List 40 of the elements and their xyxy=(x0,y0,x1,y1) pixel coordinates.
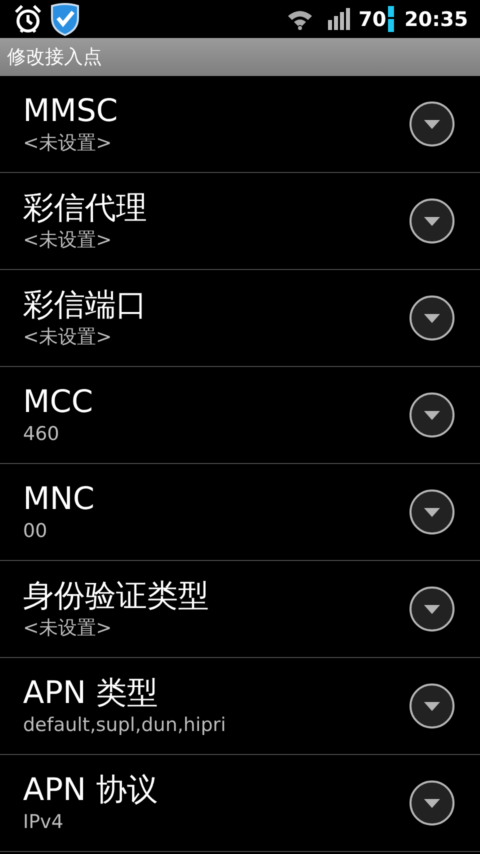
setting-label: MMSC xyxy=(23,92,118,130)
setting-row[interactable]: 彩信代理 <未设置> xyxy=(0,173,480,270)
clock-time: 20:35 xyxy=(404,6,468,33)
setting-value: <未设置> xyxy=(23,616,112,641)
wifi-icon xyxy=(286,8,314,30)
setting-value: <未设置> xyxy=(23,228,112,253)
setting-value: 460 xyxy=(23,422,60,447)
setting-row[interactable]: 彩信端口 <未设置> xyxy=(0,270,480,367)
alarm-clock-icon xyxy=(12,3,44,35)
dropdown-button[interactable] xyxy=(409,198,455,244)
setting-row[interactable]: MNC 00 xyxy=(0,464,480,561)
dropdown-button[interactable] xyxy=(409,295,455,341)
setting-label: APN 类型 xyxy=(23,674,158,712)
battery-level: 70 xyxy=(358,6,386,33)
setting-label: MNC xyxy=(23,480,95,518)
dropdown-button[interactable] xyxy=(409,392,455,438)
dropdown-button[interactable] xyxy=(409,586,455,632)
setting-label: 彩信代理 xyxy=(23,189,147,227)
setting-value: 00 xyxy=(23,519,48,544)
setting-row[interactable]: MMSC <未设置> xyxy=(0,76,480,173)
signal-icon xyxy=(328,8,352,30)
setting-value: <未设置> xyxy=(23,131,112,156)
screen-title: 修改接入点 xyxy=(7,44,102,70)
setting-row[interactable]: APN 协议 IPv4 xyxy=(0,755,480,852)
setting-value: IPv4 xyxy=(23,810,64,835)
setting-row[interactable]: 身份验证类型 <未设置> xyxy=(0,561,480,658)
setting-row[interactable]: APN 类型 default,supl,dun,hipri xyxy=(0,658,480,755)
setting-value: <未设置> xyxy=(23,325,112,350)
shield-check-icon xyxy=(50,2,80,36)
dropdown-button[interactable] xyxy=(409,101,455,147)
dropdown-button[interactable] xyxy=(409,780,455,826)
setting-label: MCC xyxy=(23,383,94,421)
setting-label: APN 协议 xyxy=(23,771,158,809)
battery-icon xyxy=(388,6,394,32)
setting-row[interactable]: MCC 460 xyxy=(0,367,480,464)
setting-value: default,supl,dun,hipri xyxy=(23,713,226,738)
setting-label: 彩信端口 xyxy=(23,286,147,324)
setting-label: 身份验证类型 xyxy=(23,577,209,615)
dropdown-button[interactable] xyxy=(409,489,455,535)
dropdown-button[interactable] xyxy=(409,683,455,729)
